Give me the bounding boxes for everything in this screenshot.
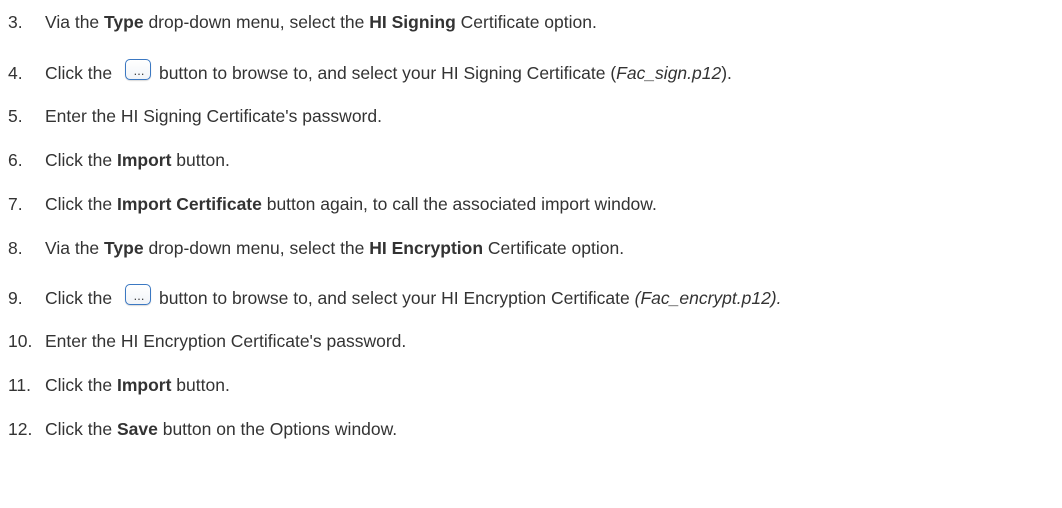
step-number: 3. [8,12,23,32]
step-text: drop-down menu, select the [143,12,370,32]
step-text: Certificate option. [455,12,597,32]
step-number: 11. [8,375,32,395]
step-5: 5. Enter the HI Signing Certificate's pas… [8,101,382,131]
step-12: 12. Click the Save button on the Options … [8,414,397,444]
step-number: 7. [8,194,23,214]
step-9: 9. Click the … button to browse to, and se… [8,282,782,312]
step-10: 10. Enter the HI Encryption Certificate's… [8,326,406,356]
step-text: button on the Options window. [157,419,398,439]
step-text: Click the [45,419,117,439]
step-italic: Fac_sign.p12 [616,63,722,83]
step-text: Enter the HI Encryption Certificate's pa… [45,331,407,351]
step-text: Certificate option. [483,238,625,258]
step-bold: Type [104,238,144,258]
browse-ellipsis-icon: … [123,282,153,306]
step-text: Via the [45,238,105,258]
step-number: 9. [8,288,23,308]
step-italic: (Fac_encrypt.p12). [634,288,782,308]
step-text: Click the [45,288,117,308]
step-text: Click the [45,150,117,170]
step-text: Enter the HI Signing Certificate's passw… [45,106,382,126]
step-text: Click the [45,194,117,214]
step-text: Click the [45,375,117,395]
step-number: 5. [8,106,23,126]
step-bold: HI Signing [369,12,456,32]
step-text: ). [721,63,732,83]
step-text: button. [171,375,230,395]
step-7: 7. Click the Import Certificate button ag… [8,189,657,219]
step-text: Click the [45,63,117,83]
step-text: button to browse to, and select your HI … [158,288,635,308]
step-text: button. [171,150,230,170]
step-bold: Type [104,12,144,32]
step-3: 3. Via the Type drop-down menu, select th… [8,7,597,37]
step-number: 4. [8,63,23,83]
step-text: button to browse to, and select your HI … [158,63,617,83]
instruction-document: 3. Via the Type drop-down menu, select th… [0,0,1062,508]
step-number: 6. [8,150,23,170]
step-8: 8. Via the Type drop-down menu, select th… [8,233,624,263]
step-bold: Import [116,375,172,395]
step-text: button again, to call the associated imp… [261,194,657,214]
browse-glyph: … [133,65,144,78]
step-number: 12. [8,419,33,439]
browse-ellipsis-icon: … [123,57,153,81]
step-4: 4. Click the … button to browse to, and se… [8,57,732,87]
step-bold: Import [116,150,172,170]
step-text: drop-down menu, select the [143,238,370,258]
step-bold: Import Certificate [116,194,262,214]
step-text: Via the [45,12,105,32]
browse-glyph: … [133,290,144,303]
step-bold: HI Encryption [369,238,484,258]
step-number: 10. [8,331,33,351]
step-bold: Save [116,419,158,439]
step-6: 6. Click the Import button. [8,145,230,175]
step-number: 8. [8,238,23,258]
step-11: 11. Click the Import button. [8,370,230,400]
